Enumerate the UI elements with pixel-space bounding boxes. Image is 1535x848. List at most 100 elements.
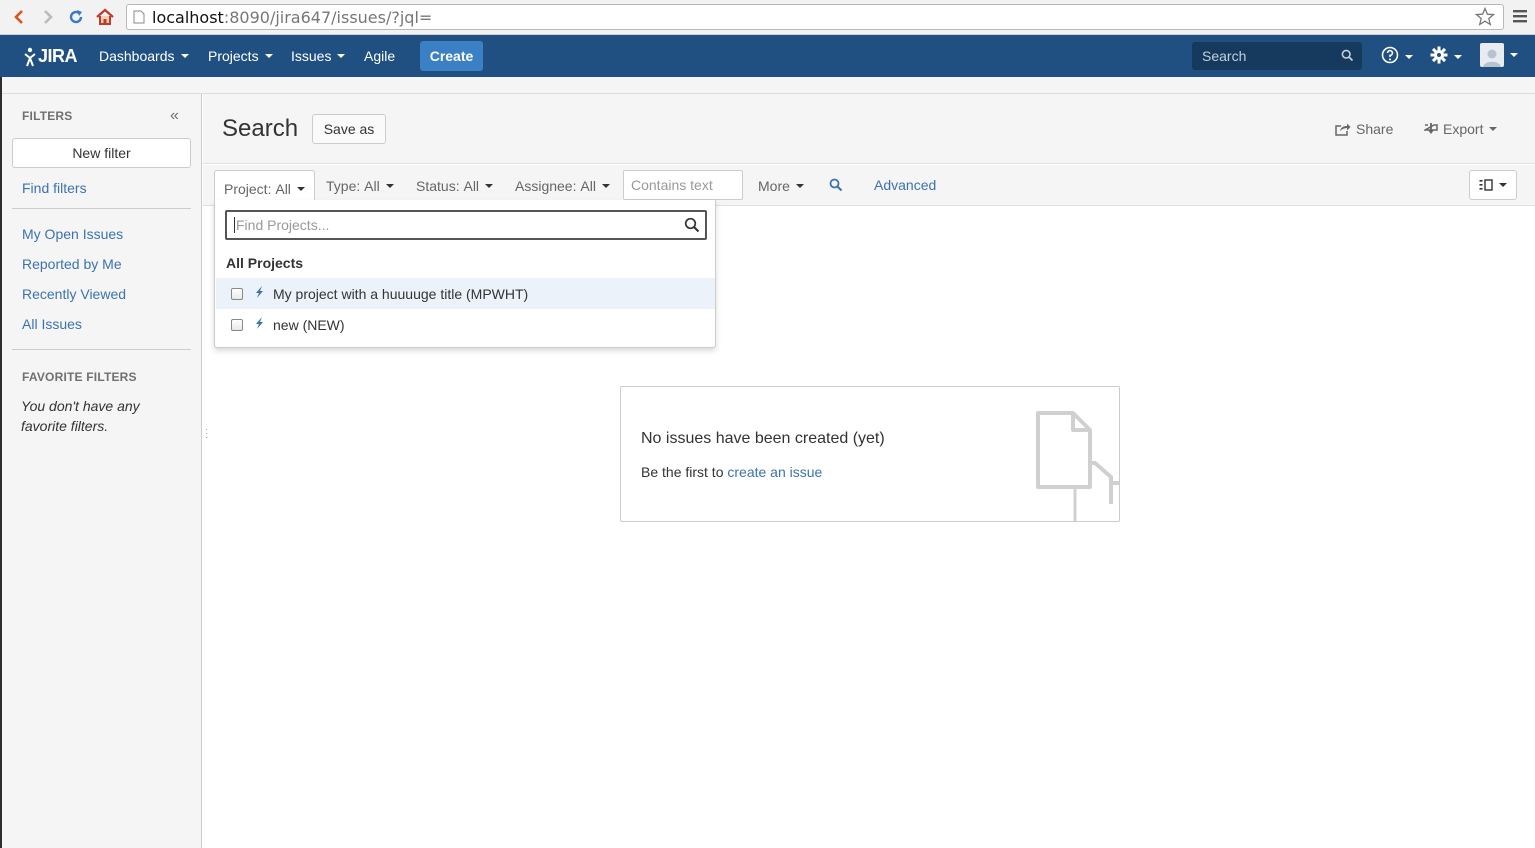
- reload-icon[interactable]: [65, 6, 87, 28]
- sidebar-item-reported-by-me[interactable]: Reported by Me: [22, 256, 122, 272]
- project-option-new[interactable]: new (NEW): [216, 309, 715, 340]
- chevron-down-icon: [1454, 54, 1462, 59]
- chevron-down-icon: [337, 54, 346, 58]
- criteria-value: All: [463, 177, 480, 194]
- more-criteria[interactable]: More: [749, 170, 813, 201]
- save-as-button[interactable]: Save as: [312, 114, 386, 144]
- sidebar-item-recently-viewed[interactable]: Recently Viewed: [22, 286, 126, 302]
- nav-label: Issues: [291, 48, 332, 64]
- address-bar[interactable]: localhost:8090/jira647/issues/?jql=: [126, 4, 1504, 30]
- search-icon: [1341, 49, 1354, 65]
- criteria-value: All: [275, 180, 291, 197]
- avatar: [1480, 43, 1504, 67]
- all-projects-heading: All Projects: [226, 255, 304, 271]
- help-icon: [1381, 46, 1399, 67]
- page-top-strip: [0, 77, 1535, 94]
- sidebar-resize-handle[interactable]: · · ·: [205, 425, 208, 443]
- jira-logo[interactable]: JIRA: [22, 46, 78, 67]
- app-header: JIRA Dashboards Projects Issues Agile Cr…: [0, 35, 1535, 77]
- empty-state-title: No issues have been created (yet): [641, 430, 885, 447]
- bookmark-star-icon[interactable]: [1474, 6, 1496, 31]
- chevron-down-icon: [296, 186, 305, 191]
- sidebar-divider: [12, 349, 191, 350]
- url-path: :8090/jira647/issues/?jql=: [223, 7, 433, 27]
- page-title: Search: [222, 115, 299, 142]
- project-checkbox[interactable]: [231, 318, 243, 331]
- forward-icon[interactable]: [37, 6, 59, 28]
- filters-sidebar: FILTERS « New filter Find filters My Ope…: [0, 94, 202, 848]
- layout-icon: [1479, 179, 1493, 191]
- export-button[interactable]: Export: [1424, 121, 1498, 137]
- nav-issues[interactable]: Issues: [291, 48, 346, 64]
- browser-toolbar: localhost:8090/jira647/issues/?jql=: [0, 0, 1535, 35]
- url-host: localhost: [152, 7, 224, 27]
- assignee-criteria[interactable]: Assignee: All: [506, 170, 619, 201]
- nav-label: Projects: [208, 48, 259, 64]
- user-menu[interactable]: [1480, 43, 1518, 67]
- settings-menu[interactable]: [1430, 46, 1462, 67]
- project-option-mpwht[interactable]: My project with a huuuuge title (MPWHT): [216, 278, 715, 309]
- chevron-down-icon: [264, 54, 273, 58]
- sidebar-item-my-open-issues[interactable]: My Open Issues: [22, 226, 123, 242]
- criteria-label: Project:: [224, 180, 272, 197]
- new-filter-button[interactable]: New filter: [12, 138, 191, 168]
- project-checkbox[interactable]: [231, 287, 243, 300]
- back-icon[interactable]: [8, 6, 30, 28]
- logo-text: JIRA: [38, 46, 78, 66]
- home-icon[interactable]: [94, 6, 116, 28]
- empty-state-text: Be the first to create an issue: [641, 464, 822, 480]
- layout-switcher-button[interactable]: [1469, 170, 1517, 200]
- export-label: Export: [1443, 121, 1484, 137]
- criteria-value: All: [364, 177, 380, 194]
- chevron-down-icon: [1499, 183, 1507, 187]
- criteria-label: Assignee:: [515, 177, 577, 194]
- share-label: Share: [1356, 121, 1394, 137]
- nav-projects[interactable]: Projects: [208, 48, 273, 64]
- nav-agile[interactable]: Agile: [364, 48, 395, 64]
- status-criteria[interactable]: Status: All: [407, 170, 502, 201]
- sidebar-divider: [12, 208, 191, 209]
- nav-dashboards[interactable]: Dashboards: [99, 48, 189, 64]
- project-icon: [253, 285, 265, 302]
- search-placeholder: Search: [1202, 48, 1247, 64]
- share-button[interactable]: Share: [1335, 121, 1393, 137]
- find-projects-input[interactable]: Find Projects...: [225, 210, 707, 240]
- collapse-sidebar-icon[interactable]: «: [170, 107, 179, 125]
- search-icon[interactable]: [829, 178, 843, 195]
- share-icon: [1335, 123, 1351, 136]
- find-projects-placeholder: Find Projects...: [236, 217, 330, 233]
- export-icon: [1424, 123, 1438, 134]
- project-option-label: My project with a huuuuge title (MPWHT): [273, 285, 529, 302]
- nav-label: Agile: [364, 48, 396, 64]
- header-search-input[interactable]: Search: [1192, 42, 1362, 70]
- chevron-down-icon: [1510, 53, 1518, 57]
- find-filters-link[interactable]: Find filters: [22, 180, 87, 196]
- chevron-down-icon: [180, 54, 189, 58]
- advanced-search-link[interactable]: Advanced: [874, 177, 936, 193]
- browser-menu-icon[interactable]: [1513, 9, 1527, 26]
- chevron-down-icon: [485, 183, 494, 188]
- criteria-label: Status:: [416, 177, 460, 194]
- more-label: More: [758, 177, 790, 194]
- create-button[interactable]: Create: [420, 41, 483, 71]
- chevron-down-icon: [1405, 54, 1413, 59]
- help-menu[interactable]: [1381, 46, 1413, 67]
- type-criteria[interactable]: Type: All: [317, 170, 403, 201]
- criteria-value: All: [580, 177, 596, 194]
- window-edge: [0, 77, 2, 848]
- chevron-down-icon: [795, 183, 804, 188]
- jira-logo-icon: [24, 47, 36, 66]
- chevron-down-icon: [601, 183, 610, 188]
- empty-state-panel: No issues have been created (yet) Be the…: [620, 386, 1120, 522]
- text-cursor: [234, 217, 235, 233]
- empty-state-prefix: Be the first to: [641, 464, 724, 480]
- sidebar-item-all-issues[interactable]: All Issues: [22, 316, 82, 332]
- contains-text-input[interactable]: Contains text: [623, 170, 743, 200]
- chevron-down-icon: [385, 183, 394, 188]
- create-issue-link[interactable]: create an issue: [727, 464, 822, 480]
- search-header: Search Save as Share Export: [203, 94, 1535, 164]
- criteria-label: Type:: [326, 177, 361, 194]
- filters-heading: FILTERS: [22, 109, 73, 123]
- search-icon: [684, 217, 700, 236]
- project-option-label: new (NEW): [273, 316, 345, 333]
